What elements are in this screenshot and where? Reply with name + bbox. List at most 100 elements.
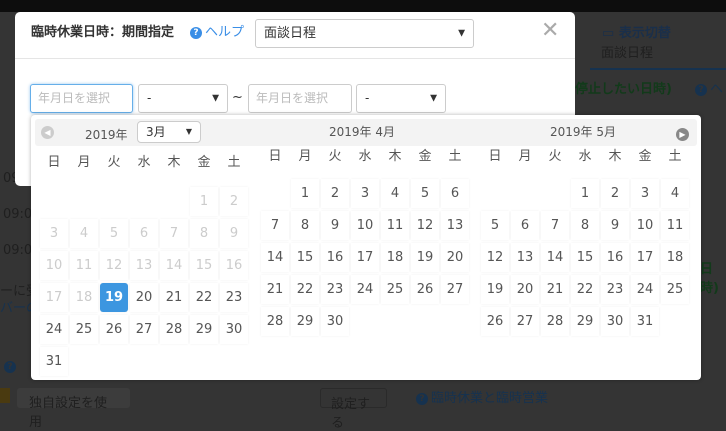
day-cell[interactable]: 2: [321, 179, 349, 208]
display-toggle-label[interactable]: ▭ 表示切替: [602, 22, 671, 41]
day-cell[interactable]: 25: [661, 275, 689, 304]
weekday-header: 水: [358, 149, 372, 164]
day-cell[interactable]: 18: [661, 243, 689, 272]
day-cell[interactable]: 27: [130, 315, 158, 344]
day-cell: 11: [70, 251, 98, 280]
day-cell[interactable]: 23: [601, 275, 629, 304]
next-month-icon[interactable]: ▶: [676, 128, 689, 141]
day-cell[interactable]: 24: [631, 275, 659, 304]
day-cell[interactable]: 6: [441, 179, 469, 208]
day-cell[interactable]: 7: [261, 211, 289, 240]
day-cell[interactable]: 1: [571, 179, 599, 208]
end-date-input[interactable]: 年月日を選択: [248, 84, 352, 113]
day-cell[interactable]: 21: [160, 283, 188, 312]
day-cell[interactable]: 28: [261, 307, 289, 336]
start-time-select[interactable]: - ▼: [138, 84, 228, 113]
day-cell[interactable]: 10: [631, 211, 659, 240]
weekday-header: 水: [578, 149, 592, 164]
day-cell[interactable]: 28: [541, 307, 569, 336]
day-cell[interactable]: 7: [541, 211, 569, 240]
day-cell[interactable]: 16: [601, 243, 629, 272]
day-cell[interactable]: 19: [411, 243, 439, 272]
day-cell[interactable]: 5: [411, 179, 439, 208]
day-cell[interactable]: 30: [321, 307, 349, 336]
day-cell[interactable]: 20: [511, 275, 539, 304]
day-cell[interactable]: 20: [130, 283, 158, 312]
day-cell[interactable]: 31: [631, 307, 659, 336]
day-cell[interactable]: 28: [160, 315, 188, 344]
day-cell[interactable]: 9: [601, 211, 629, 240]
day-cell[interactable]: 3: [631, 179, 659, 208]
day-cell[interactable]: 29: [571, 307, 599, 336]
day-cell[interactable]: 23: [220, 283, 248, 312]
day-cell[interactable]: 22: [571, 275, 599, 304]
day-cell[interactable]: 29: [190, 315, 218, 344]
caret-down-icon: ▼: [458, 28, 465, 38]
help-link[interactable]: ? ヘルプ: [190, 21, 244, 40]
day-cell[interactable]: 21: [261, 275, 289, 304]
day-cell[interactable]: 13: [441, 211, 469, 240]
day-cell[interactable]: 11: [661, 211, 689, 240]
day-cell[interactable]: 2: [601, 179, 629, 208]
day-cell[interactable]: 24: [40, 315, 68, 344]
day-cell[interactable]: 12: [481, 243, 509, 272]
top-bar: [0, 0, 726, 12]
help-fragment[interactable]: ? ヘ: [695, 78, 723, 97]
day-cell[interactable]: 6: [511, 211, 539, 240]
day-cell[interactable]: 17: [351, 243, 379, 272]
day-cell[interactable]: 4: [661, 179, 689, 208]
day-cell-selected[interactable]: 19: [100, 283, 128, 312]
day-cell[interactable]: 27: [511, 307, 539, 336]
day-cell[interactable]: 15: [571, 243, 599, 272]
question-icon: ?: [190, 27, 202, 39]
day-cell[interactable]: 25: [70, 315, 98, 344]
day-cell[interactable]: 14: [541, 243, 569, 272]
custom-setting-button[interactable]: 独自設定を使用: [17, 388, 130, 430]
day-cell[interactable]: 22: [291, 275, 319, 304]
weekday-header: 火: [548, 149, 562, 164]
day-cell[interactable]: 12: [411, 211, 439, 240]
type-select[interactable]: 面談日程 ▼: [255, 19, 474, 48]
close-icon[interactable]: ✕: [541, 18, 559, 43]
day-cell[interactable]: 26: [411, 275, 439, 304]
day-cell[interactable]: 10: [351, 211, 379, 240]
day-cell[interactable]: 11: [381, 211, 409, 240]
day-cell[interactable]: 17: [631, 243, 659, 272]
day-cell[interactable]: 30: [220, 315, 248, 344]
day-cell[interactable]: 18: [381, 243, 409, 272]
day-cell[interactable]: 20: [441, 243, 469, 272]
month-select[interactable]: 3月 ▼: [137, 121, 201, 143]
day-cell[interactable]: 24: [351, 275, 379, 304]
day-cell[interactable]: 19: [481, 275, 509, 304]
day-cell[interactable]: 8: [291, 211, 319, 240]
temp-closure-link[interactable]: ? 臨時休業と臨時営業: [416, 387, 548, 406]
help-icon[interactable]: ?: [4, 359, 19, 373]
day-cell[interactable]: 26: [100, 315, 128, 344]
day-cell[interactable]: 4: [381, 179, 409, 208]
day-cell[interactable]: 31: [40, 347, 68, 376]
start-date-input[interactable]: 年月日を選択: [30, 84, 133, 113]
day-cell: 13: [130, 251, 158, 280]
prev-month-icon[interactable]: ◀: [41, 126, 54, 139]
end-time-select[interactable]: - ▼: [356, 84, 446, 113]
day-cell[interactable]: 3: [351, 179, 379, 208]
day-cell[interactable]: 21: [541, 275, 569, 304]
day-cell[interactable]: 16: [321, 243, 349, 272]
day-cell[interactable]: 14: [261, 243, 289, 272]
day-cell[interactable]: 15: [291, 243, 319, 272]
day-cell[interactable]: 9: [321, 211, 349, 240]
day-cell[interactable]: 29: [291, 307, 319, 336]
caret-down-icon: ▼: [185, 127, 192, 136]
day-cell[interactable]: 5: [481, 211, 509, 240]
day-cell[interactable]: 22: [190, 283, 218, 312]
day-cell[interactable]: 23: [321, 275, 349, 304]
set-button[interactable]: 設定する: [320, 388, 387, 431]
day-cell[interactable]: 1: [291, 179, 319, 208]
day-cell[interactable]: 27: [441, 275, 469, 304]
day-cell[interactable]: 25: [381, 275, 409, 304]
range-separator: ~: [232, 90, 243, 105]
day-cell[interactable]: 30: [601, 307, 629, 336]
day-cell[interactable]: 26: [481, 307, 509, 336]
day-cell[interactable]: 8: [571, 211, 599, 240]
day-cell[interactable]: 13: [511, 243, 539, 272]
